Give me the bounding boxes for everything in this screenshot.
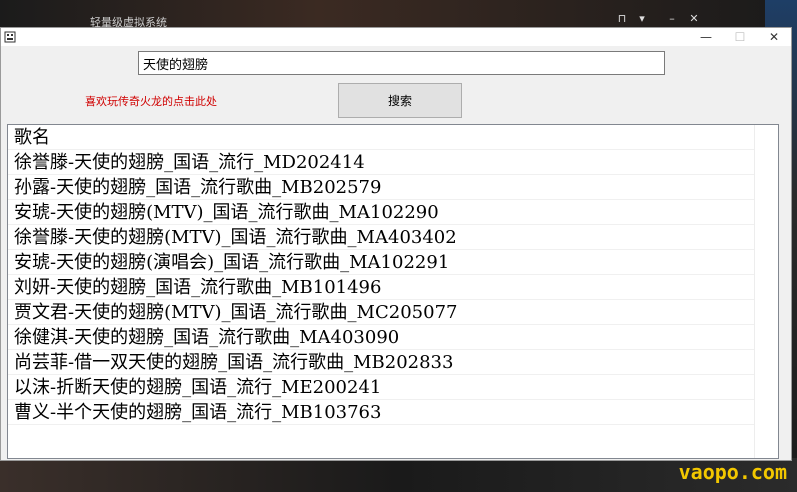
- promo-link[interactable]: 喜欢玩传奇火龙的点击此处: [85, 93, 217, 109]
- desktop-background-top: 轻量级虚拟系统 ⊓ ▾ – ✕: [0, 0, 797, 29]
- dropdown-icon[interactable]: ▾: [635, 12, 649, 26]
- list-header: 歌名: [8, 125, 754, 150]
- list-item[interactable]: 安琥-天使的翅膀(演唱会)_国语_流行歌曲_MA102291: [8, 250, 754, 275]
- list-item[interactable]: 孙露-天使的翅膀_国语_流行歌曲_MB202579: [8, 175, 754, 200]
- bg-close-icon[interactable]: ✕: [687, 12, 701, 26]
- list-item[interactable]: 徐健淇-天使的翅膀_国语_流行歌曲_MA403090: [8, 325, 754, 350]
- search-button[interactable]: 搜索: [338, 83, 462, 118]
- list-item[interactable]: 贾文君-天使的翅膀(MTV)_国语_流行歌曲_MC205077: [8, 300, 754, 325]
- search-input[interactable]: [138, 51, 665, 75]
- app-window: — ☐ ✕ 喜欢玩传奇火龙的点击此处 搜索 歌名 徐誉滕-天使的翅膀_国语_流行…: [0, 27, 792, 461]
- song-list[interactable]: 歌名 徐誉滕-天使的翅膀_国语_流行_MD202414 孙露-天使的翅膀_国语_…: [7, 124, 779, 459]
- list-item[interactable]: 曹义-半个天使的翅膀_国语_流行_MB103763: [8, 400, 754, 425]
- watermark: vaopo.com: [678, 460, 787, 484]
- list-item[interactable]: 以沫-折断天使的翅膀_国语_流行_ME200241: [8, 375, 754, 400]
- bg-minimize-icon[interactable]: –: [665, 12, 679, 26]
- list-column-divider: [754, 125, 778, 458]
- list-item[interactable]: 安琥-天使的翅膀(MTV)_国语_流行歌曲_MA102290: [8, 200, 754, 225]
- minimize-button[interactable]: —: [689, 28, 723, 46]
- maximize-button[interactable]: ☐: [723, 28, 757, 46]
- window-titlebar: — ☐ ✕: [1, 28, 791, 46]
- app-icon: [4, 31, 16, 43]
- list-item[interactable]: 刘妍-天使的翅膀_国语_流行歌曲_MB101496: [8, 275, 754, 300]
- desktop-background-bottom: [0, 458, 797, 492]
- pin-icon[interactable]: ⊓: [615, 12, 629, 26]
- list-item[interactable]: 徐誉滕-天使的翅膀(MTV)_国语_流行歌曲_MA403402: [8, 225, 754, 250]
- close-button[interactable]: ✕: [757, 28, 791, 46]
- list-item[interactable]: 徐誉滕-天使的翅膀_国语_流行_MD202414: [8, 150, 754, 175]
- list-item[interactable]: 尚芸菲-借一双天使的翅膀_国语_流行歌曲_MB202833: [8, 350, 754, 375]
